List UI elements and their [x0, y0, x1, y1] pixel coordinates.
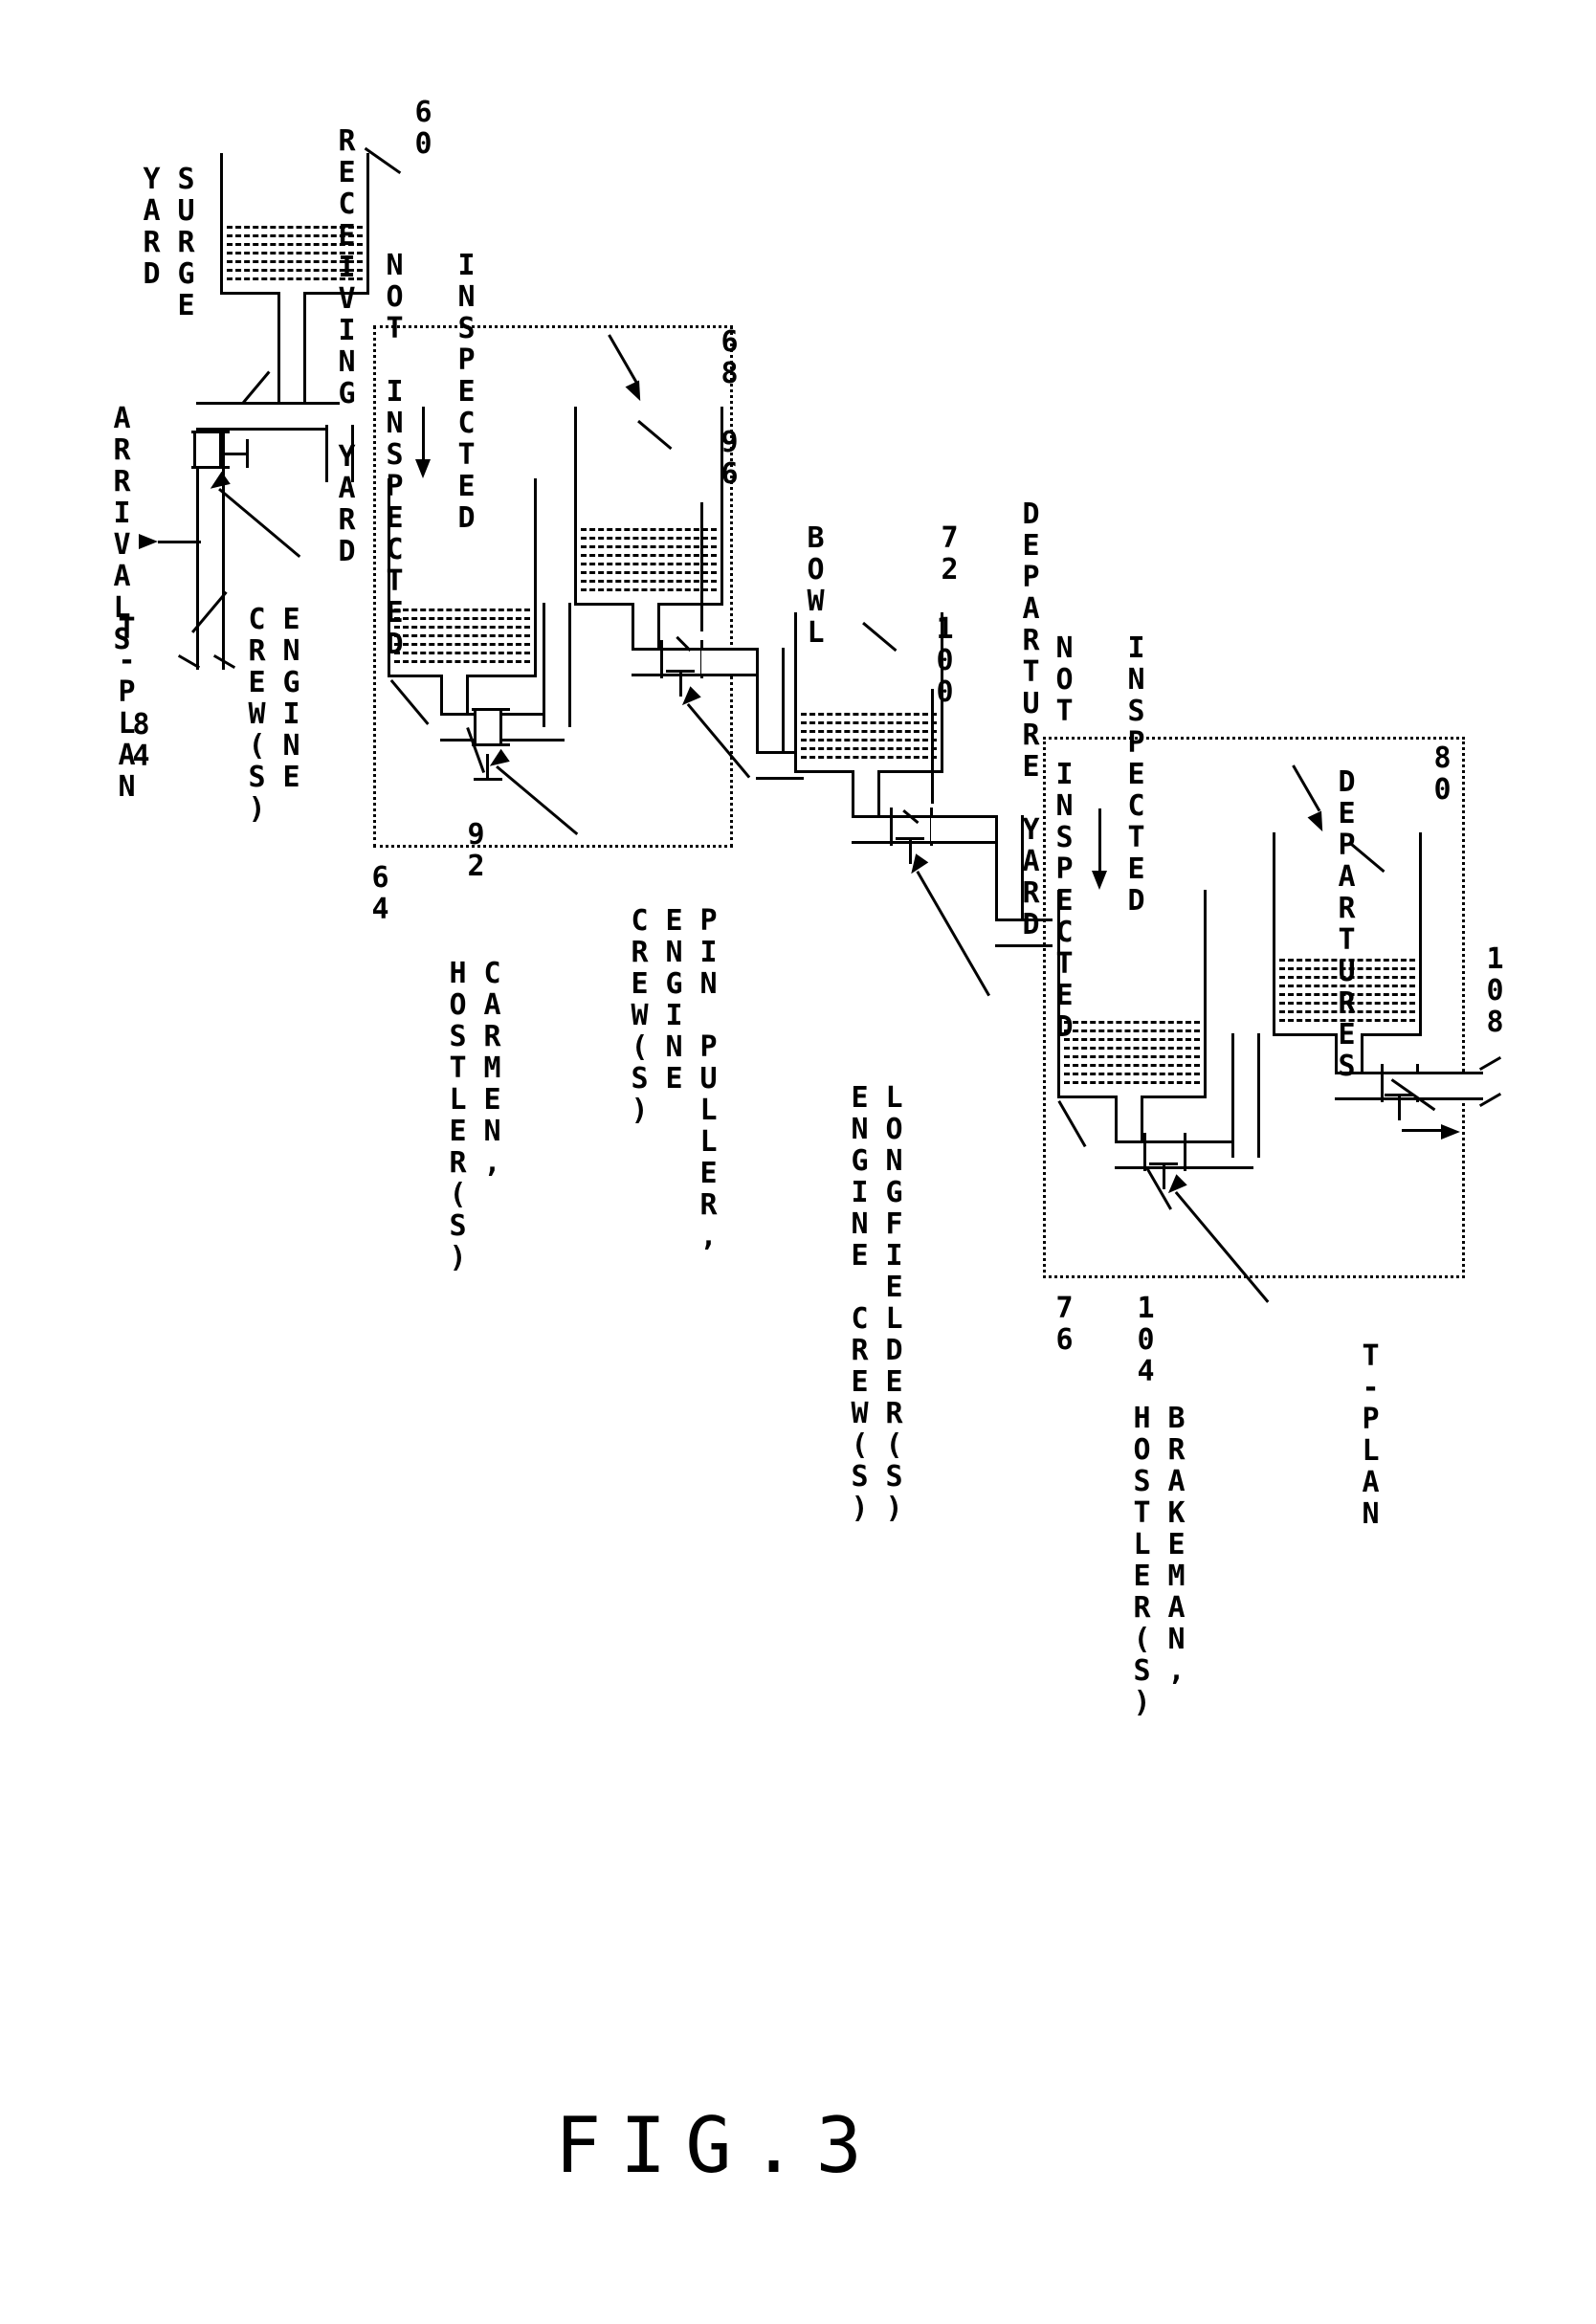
ref-108: 108 — [1478, 942, 1512, 1037]
to-dep-h — [931, 815, 998, 844]
carmen-label: CARMEN,HOSTLER(S) — [440, 957, 509, 1273]
surge-yard-label: SURGEYARD — [134, 163, 203, 321]
tplan-in-label: T-PLAN — [110, 612, 144, 802]
departures-label: DEPARTURES — [1330, 765, 1363, 1081]
ref-100: 100 — [928, 612, 962, 707]
ref-84: 84 — [124, 708, 158, 771]
ref-80: 80 — [1426, 741, 1459, 805]
ref-76: 76 — [1048, 1292, 1081, 1355]
ref-60: 60 — [407, 96, 440, 159]
dep-inspected-label: INSPECTED — [1119, 631, 1153, 916]
ref-96: 96 — [713, 426, 746, 489]
ref-72: 72 — [933, 521, 966, 585]
valve-108-handle — [1398, 1096, 1401, 1120]
dep-not-inspected-arrow — [1098, 808, 1101, 875]
ref-64: 64 — [364, 861, 397, 924]
pinpuller-label: PIN PULLER,ENGINECREW(S) — [622, 904, 725, 1251]
ref-68: 68 — [713, 325, 746, 388]
dep-not-inspected-label: NOT INSPECTED — [1048, 631, 1081, 1042]
inspected-label: INSPECTED — [450, 249, 483, 533]
leader-60 — [365, 147, 402, 174]
valve-88-handle — [222, 453, 246, 455]
longfielder-arrow — [916, 871, 990, 996]
to-bowl-h — [701, 648, 759, 676]
arrival-to-receiving — [196, 402, 340, 431]
not-inspected-arrow — [422, 407, 425, 464]
figure-label: FIG.3 — [555, 2101, 881, 2190]
ref-104: 104 — [1129, 1292, 1163, 1386]
dep-not-inspected-arrowhead — [1092, 871, 1107, 890]
not-inspected-arrowhead — [415, 459, 431, 478]
ref-92: 92 — [459, 818, 493, 881]
bowl-label: BOWL — [799, 521, 832, 648]
departure-yard-label: DEPARTURE YARD — [1014, 498, 1048, 940]
not-inspected-label: NOT INSPECTED — [378, 249, 411, 659]
departures-pipe — [1416, 1072, 1483, 1100]
tplan-out-arrowhead — [1441, 1124, 1460, 1140]
engine-crew-label: ENGINECREW(S) — [239, 603, 308, 824]
dep-curve1 — [1479, 1056, 1501, 1071]
valve-92 — [474, 708, 502, 746]
di-in-v — [1231, 1033, 1260, 1158]
valve-88 — [193, 431, 222, 469]
tplan-in-arrowhead — [139, 534, 158, 549]
longfielder-label: LONGFIELDER(S)ENGINE CREW(S) — [842, 1081, 911, 1523]
tplan-out-label: T-PLAN — [1354, 1339, 1387, 1529]
leader-96b — [700, 502, 703, 631]
engine-crew-arrow — [218, 488, 300, 558]
brakeman-label: BRAKEMAN,HOSTLER(S) — [1124, 1402, 1193, 1717]
receiving-yard-label: RECEIVING YARD — [330, 124, 364, 566]
ri-in-pipe — [543, 603, 571, 727]
tplan-in-arrow — [158, 541, 201, 543]
